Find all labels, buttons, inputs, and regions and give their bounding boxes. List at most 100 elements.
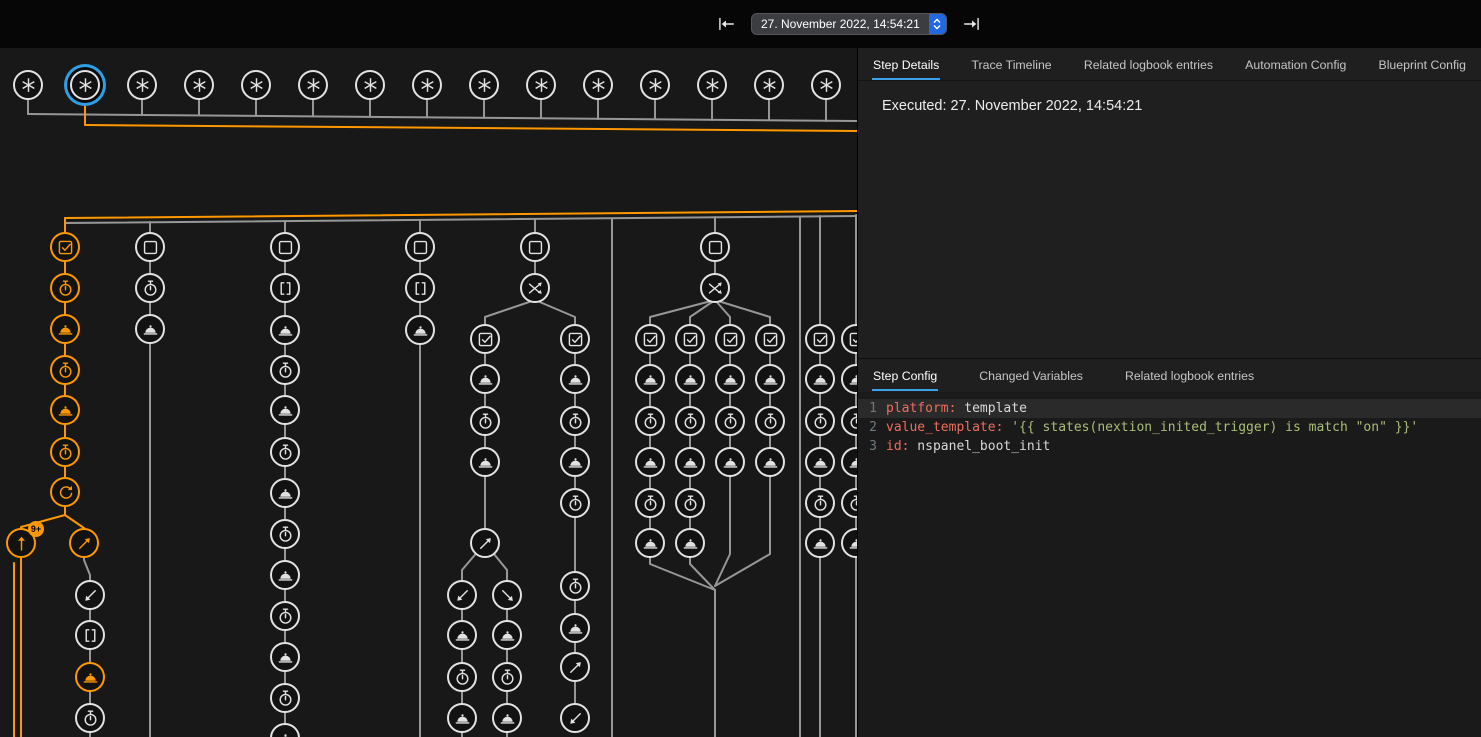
trace-node-timer[interactable]: [755, 406, 785, 436]
trace-node-dome[interactable]: [50, 314, 80, 344]
trace-node-checkbox[interactable]: [675, 324, 705, 354]
next-trace-button[interactable]: [960, 13, 982, 35]
trace-node-arrow-up-right[interactable]: [69, 528, 99, 558]
trace-node-shuffle[interactable]: [520, 273, 550, 303]
trace-node-timer[interactable]: [470, 406, 500, 436]
trace-node-timer[interactable]: [560, 406, 590, 436]
trace-node-timer[interactable]: [447, 662, 477, 692]
trace-node-timer[interactable]: [492, 662, 522, 692]
trace-node-dome[interactable]: [470, 364, 500, 394]
trace-node-asterisk[interactable]: [13, 70, 43, 100]
trace-node-timer[interactable]: [270, 683, 300, 713]
trace-node-checkbox[interactable]: [50, 232, 80, 262]
trace-node-dome[interactable]: [270, 560, 300, 590]
step-config-editor[interactable]: 1 platform: template 2 value_template: '…: [858, 392, 1481, 737]
trace-node-dome[interactable]: [755, 364, 785, 394]
trace-node-dome[interactable]: [675, 528, 705, 558]
trace-node-dome[interactable]: [492, 620, 522, 650]
trace-node-dome[interactable]: [560, 364, 590, 394]
trace-node-brackets[interactable]: [75, 620, 105, 650]
trace-node-timer[interactable]: [560, 571, 590, 601]
trace-node-arrow-down-left[interactable]: [560, 703, 590, 733]
trace-node-asterisk[interactable]: [583, 70, 613, 100]
trace-node-square[interactable]: [700, 232, 730, 262]
trace-node-dome[interactable]: [635, 447, 665, 477]
trace-node-repeat[interactable]: [50, 477, 80, 507]
tab-step-config[interactable]: Step Config: [872, 359, 938, 392]
trace-node-asterisk[interactable]: [184, 70, 214, 100]
tab-related-logbook-entries-lower[interactable]: Related logbook entries: [1124, 359, 1255, 392]
trace-node-brackets[interactable]: [270, 273, 300, 303]
trace-node-checkbox[interactable]: [470, 324, 500, 354]
trace-node-arrow-down-left[interactable]: [447, 580, 477, 610]
trace-node-timer[interactable]: [270, 355, 300, 385]
automation-trace-graph[interactable]: 9+: [0, 48, 857, 737]
trace-node-arrow-up-right[interactable]: [470, 528, 500, 558]
trace-node-asterisk[interactable]: [754, 70, 784, 100]
trace-node-asterisk[interactable]: [127, 70, 157, 100]
trace-node-asterisk[interactable]: [526, 70, 556, 100]
trace-node-timer[interactable]: [635, 406, 665, 436]
trace-node-dome[interactable]: [405, 315, 435, 345]
trace-node-timer[interactable]: [50, 437, 80, 467]
trace-node-dome[interactable]: [560, 447, 590, 477]
trace-node-timer[interactable]: [635, 488, 665, 518]
trace-node-dome[interactable]: [270, 315, 300, 345]
trace-node-square[interactable]: [135, 232, 165, 262]
trace-node-shuffle[interactable]: [700, 273, 730, 303]
trace-node-dome[interactable]: [135, 314, 165, 344]
tab-changed-variables[interactable]: Changed Variables: [978, 359, 1084, 392]
tab-trace-timeline[interactable]: Trace Timeline: [970, 48, 1052, 80]
trace-node-dome[interactable]: [447, 620, 477, 650]
trace-node-arrow-down-left[interactable]: [75, 580, 105, 610]
tab-blueprint-config[interactable]: Blueprint Config: [1378, 48, 1468, 80]
trace-node-dome[interactable]: [755, 447, 785, 477]
trace-node-timer[interactable]: [50, 355, 80, 385]
trace-node-square[interactable]: [520, 232, 550, 262]
trace-node-asterisk[interactable]: [811, 70, 841, 100]
previous-trace-button[interactable]: [716, 13, 738, 35]
trace-node-brackets[interactable]: [405, 273, 435, 303]
trace-node-dome[interactable]: [805, 528, 835, 558]
trace-node-square[interactable]: [405, 232, 435, 262]
trace-node-asterisk[interactable]: [697, 70, 727, 100]
trace-node-asterisk[interactable]: [640, 70, 670, 100]
trace-node-timer[interactable]: [805, 406, 835, 436]
trace-node-checkbox[interactable]: [560, 324, 590, 354]
trace-node-arrow-up[interactable]: 9+: [6, 528, 36, 558]
trace-node-timer[interactable]: [560, 488, 590, 518]
trace-node-dome[interactable]: [715, 447, 745, 477]
tab-related-logbook-entries[interactable]: Related logbook entries: [1083, 48, 1214, 80]
trace-node-arrow-up-right[interactable]: [560, 652, 590, 682]
trace-node-dome[interactable]: [635, 528, 665, 558]
trace-node-dome[interactable]: [492, 703, 522, 733]
trace-node-timer[interactable]: [270, 437, 300, 467]
trace-node-timer[interactable]: [805, 488, 835, 518]
tab-automation-config[interactable]: Automation Config: [1244, 48, 1347, 80]
trace-node-timer[interactable]: [50, 273, 80, 303]
trace-node-square[interactable]: [270, 232, 300, 262]
trace-node-asterisk[interactable]: [298, 70, 328, 100]
trace-node-arrow-down-right[interactable]: [492, 580, 522, 610]
trace-node-timer[interactable]: [75, 703, 105, 733]
trace-node-dome[interactable]: [805, 447, 835, 477]
trace-node-dome[interactable]: [447, 703, 477, 733]
trace-node-dome[interactable]: [75, 662, 105, 692]
trace-node-asterisk[interactable]: [412, 70, 442, 100]
trace-node-dome[interactable]: [270, 395, 300, 425]
trace-node-timer[interactable]: [270, 519, 300, 549]
trace-node-checkbox[interactable]: [805, 324, 835, 354]
trace-node-dome[interactable]: [675, 447, 705, 477]
trace-node-dome[interactable]: [470, 447, 500, 477]
trace-node-dome[interactable]: [270, 642, 300, 672]
trace-node-asterisk[interactable]: [469, 70, 499, 100]
trace-node-dome[interactable]: [270, 478, 300, 508]
trace-node-asterisk[interactable]: [241, 70, 271, 100]
trace-node-checkbox[interactable]: [715, 324, 745, 354]
tab-step-details[interactable]: Step Details: [872, 48, 940, 80]
trace-node-checkbox[interactable]: [755, 324, 785, 354]
trace-node-timer[interactable]: [715, 406, 745, 436]
trace-node-dome[interactable]: [675, 364, 705, 394]
trace-node-dome[interactable]: [715, 364, 745, 394]
trace-node-asterisk[interactable]: [355, 70, 385, 100]
